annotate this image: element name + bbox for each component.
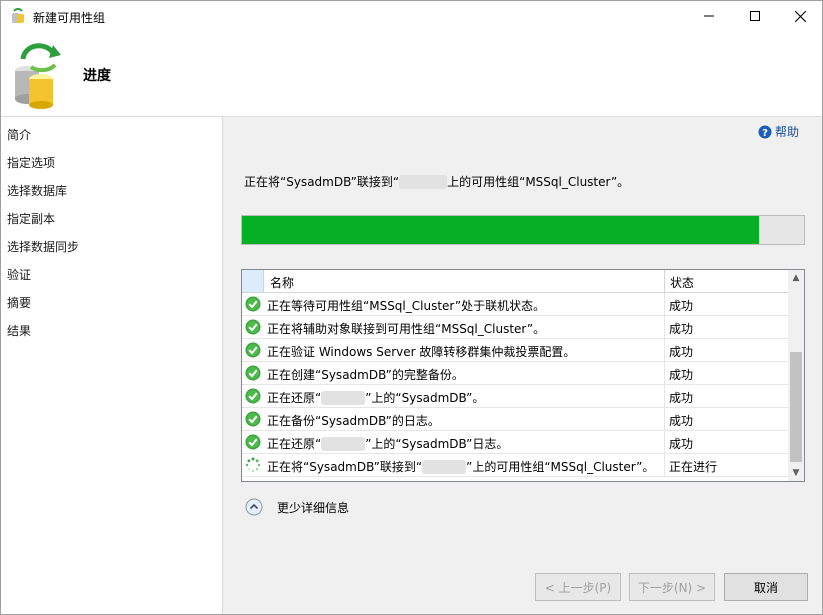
- redacted-server-name: [399, 174, 448, 189]
- row-status: 成功: [669, 299, 694, 313]
- close-button[interactable]: [777, 1, 823, 31]
- row-name: 正在还原“ ”上的“SysadmDB”日志。: [267, 435, 508, 452]
- row-status: 成功: [669, 437, 694, 451]
- scroll-down-arrow-icon[interactable]: ▼: [788, 465, 804, 481]
- scroll-up-arrow-icon[interactable]: ▲: [788, 270, 804, 286]
- minimize-icon: [704, 15, 714, 17]
- row-name: 正在验证 Windows Server 故障转移群集仲裁投票配置。: [267, 345, 576, 359]
- row-separator: [664, 293, 665, 316]
- success-check-icon: [245, 319, 261, 335]
- wizard-header: 进度: [1, 31, 822, 117]
- nav-item-results[interactable]: 结果: [7, 322, 31, 339]
- success-check-icon: [245, 365, 261, 381]
- minimize-button[interactable]: [686, 1, 732, 31]
- row-separator: [664, 316, 665, 339]
- grid-row[interactable]: 正在创建“SysadmDB”的完整备份。 成功: [242, 362, 788, 385]
- maximize-button[interactable]: [732, 1, 778, 31]
- row-name: 正在等待可用性组“MSSql_Cluster”处于联机状态。: [267, 299, 546, 313]
- grid-row[interactable]: 正在验证 Windows Server 故障转移群集仲裁投票配置。 成功: [242, 339, 788, 362]
- row-status: 成功: [669, 414, 694, 428]
- maximize-icon: [750, 11, 760, 21]
- title-bar: 新建可用性组: [1, 1, 822, 31]
- nav-item-data-sync[interactable]: 选择数据同步: [7, 238, 79, 255]
- row-name-prefix: 正在还原“: [267, 437, 322, 451]
- grid-corner: [242, 270, 264, 292]
- row-name: 正在还原“ ”上的“SysadmDB”。: [267, 389, 484, 406]
- cancel-button[interactable]: 取消: [724, 573, 808, 601]
- redacted-server-name: [422, 459, 467, 474]
- success-check-icon: [245, 342, 261, 358]
- status-suffix: 上的可用性组“MSSql_Cluster”。: [447, 175, 630, 189]
- details-toggle[interactable]: 更少详细信息: [245, 498, 349, 516]
- success-check-icon: [245, 411, 261, 427]
- availability-group-icon: [15, 43, 61, 109]
- nav-item-specify-replicas[interactable]: 指定副本: [7, 210, 55, 227]
- previous-button[interactable]: < 上一步(P): [535, 573, 621, 601]
- grid-row[interactable]: 正在等待可用性组“MSSql_Cluster”处于联机状态。 成功: [242, 293, 788, 316]
- success-check-icon: [245, 296, 261, 312]
- redacted-server-name: [321, 436, 366, 451]
- row-name: 正在创建“SysadmDB”的完整备份。: [267, 368, 464, 382]
- wizard-footer: < 上一步(P) 下一步(N) > 取消: [223, 549, 822, 614]
- current-operation: 正在将“SysadmDB”联接到“ 上的可用性组“MSSql_Cluster”。: [244, 173, 629, 190]
- row-name-suffix: ”上的“SysadmDB”。: [365, 391, 485, 405]
- row-separator: [664, 454, 665, 477]
- scroll-thumb[interactable]: [790, 352, 802, 462]
- window-title: 新建可用性组: [33, 11, 106, 25]
- row-name: 正在备份“SysadmDB”的日志。: [267, 414, 440, 428]
- column-header-name[interactable]: 名称: [270, 274, 294, 291]
- help-label: 帮助: [775, 125, 800, 139]
- help-link[interactable]: ? 帮助: [758, 123, 799, 140]
- row-name: 正在将“SysadmDB”联接到“ ”上的可用性组“MSSql_Cluster”…: [267, 458, 654, 475]
- nav-item-intro[interactable]: 简介: [7, 126, 31, 143]
- page-title: 进度: [83, 68, 111, 84]
- nav-item-specify-options[interactable]: 指定选项: [7, 154, 55, 171]
- row-status: 成功: [669, 368, 694, 382]
- wizard-window: 新建可用性组 进度 简介 指定选项 选择数据库 指定副本 选择数据同步 验证 摘…: [0, 0, 823, 615]
- nav-item-select-databases[interactable]: 选择数据库: [7, 182, 67, 199]
- grid-header: 名称 状态: [242, 270, 788, 293]
- nav-item-validation[interactable]: 验证: [7, 266, 31, 283]
- svg-text:?: ?: [762, 128, 768, 139]
- wizard-nav: 简介 指定选项 选择数据库 指定副本 选择数据同步 验证 摘要 结果: [1, 117, 223, 614]
- row-separator: [664, 339, 665, 362]
- row-status: 成功: [669, 391, 694, 405]
- progress-bar: [241, 215, 805, 245]
- grid-row[interactable]: 正在还原“ ”上的“SysadmDB”日志。 成功: [242, 431, 788, 454]
- help-icon: ?: [758, 125, 772, 139]
- row-name-prefix: 正在将“SysadmDB”联接到“: [267, 460, 423, 474]
- redacted-server-name: [321, 390, 366, 405]
- grid-row[interactable]: 正在将“SysadmDB”联接到“ ”上的可用性组“MSSql_Cluster”…: [242, 454, 788, 477]
- row-separator: [664, 408, 665, 431]
- details-label: 更少详细信息: [277, 500, 350, 515]
- column-separator: [664, 270, 665, 292]
- operations-grid: 名称 状态 正在等待可用性组“MSSql_Cluster”处于联机状态。 成功 …: [241, 269, 805, 482]
- row-name-suffix: ”上的“SysadmDB”日志。: [365, 437, 509, 451]
- main-panel: ? 帮助 正在将“SysadmDB”联接到“ 上的可用性组“MSSql_Clus…: [223, 117, 822, 549]
- close-icon: [794, 10, 806, 22]
- grid-row[interactable]: 正在备份“SysadmDB”的日志。 成功: [242, 408, 788, 431]
- grid-row[interactable]: 正在还原“ ”上的“SysadmDB”。 成功: [242, 385, 788, 408]
- status-prefix: 正在将“SysadmDB”联接到“: [244, 175, 400, 189]
- row-separator: [664, 385, 665, 408]
- row-separator: [664, 362, 665, 385]
- nav-item-summary[interactable]: 摘要: [7, 294, 31, 311]
- success-check-icon: [245, 434, 261, 450]
- grid-row[interactable]: 正在将辅助对象联接到可用性组“MSSql_Cluster”。 成功: [242, 316, 788, 339]
- column-header-status[interactable]: 状态: [670, 274, 694, 291]
- row-status: 成功: [669, 322, 694, 336]
- progress-fill: [242, 216, 760, 244]
- success-check-icon: [245, 388, 261, 404]
- row-status: 成功: [669, 345, 694, 359]
- row-name-prefix: 正在还原“: [267, 391, 322, 405]
- row-name-suffix: ”上的可用性组“MSSql_Cluster”。: [466, 460, 655, 474]
- row-status: 正在进行: [669, 460, 718, 474]
- collapse-details-icon: [245, 498, 263, 516]
- row-name: 正在将辅助对象联接到可用性组“MSSql_Cluster”。: [267, 322, 546, 336]
- in-progress-spinner-icon: [245, 457, 261, 473]
- grid-vertical-scrollbar[interactable]: ▲ ▼: [788, 270, 804, 481]
- row-separator: [664, 431, 665, 454]
- next-button[interactable]: 下一步(N) >: [629, 573, 715, 601]
- app-icon: [12, 8, 24, 23]
